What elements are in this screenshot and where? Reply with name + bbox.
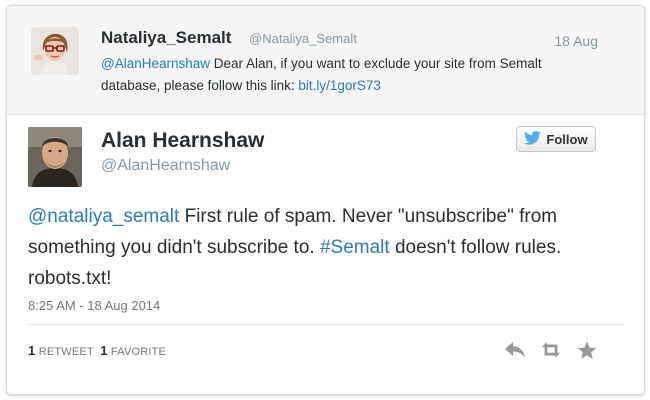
tweet-timestamp[interactable]: 8:25 AM - 18 Aug 2014 [28,298,160,313]
favorites-label: FAVORITE [110,346,167,358]
hashtag-link[interactable]: #Semalt [320,237,390,258]
follow-button[interactable]: Follow [516,126,596,152]
parent-avatar[interactable] [31,27,79,75]
retweets-count: 1 [28,343,36,358]
parent-author-handle[interactable]: @Nataliya_Semalt [249,31,357,46]
twitter-bird-icon [524,130,542,148]
tweet-actions [504,339,598,361]
parent-timestamp[interactable]: 18 Aug [554,33,598,49]
embedded-tweet-card: Nataliya_Semalt @Nataliya_Semalt 18 Aug … [6,5,645,395]
reply-icon[interactable] [504,340,526,360]
parent-mention-link[interactable]: @AlanHearnshaw [101,56,210,71]
tweet-mention-link[interactable]: @nataliya_semalt [28,206,179,227]
follow-label: Follow [546,131,588,147]
favorites-count: 1 [100,343,108,358]
tweet-text: @nataliya_semalt First rule of spam. Nev… [28,201,628,294]
tweet-stats: 1 RETWEET 1 FAVORITE [28,343,166,358]
retweets-label: RETWEET [38,346,94,358]
parent-tweet: Nataliya_Semalt @Nataliya_Semalt 18 Aug … [7,6,644,115]
star-icon[interactable] [576,340,598,360]
parent-url-link[interactable]: bit.ly/1gorS73 [298,78,381,93]
retweets-stat[interactable]: 1 RETWEET [28,343,94,358]
author-handle[interactable]: @AlanHearnshaw [101,157,230,175]
parent-author-name[interactable]: Nataliya_Semalt [101,28,231,48]
divider [28,324,624,325]
parent-tweet-text: @AlanHearnshaw Dear Alan, if you want to… [101,53,601,97]
author-name[interactable]: Alan Hearnshaw [101,129,264,153]
retweet-icon[interactable] [540,340,562,360]
favorites-stat[interactable]: 1 FAVORITE [100,343,167,358]
author-avatar[interactable] [28,127,82,187]
